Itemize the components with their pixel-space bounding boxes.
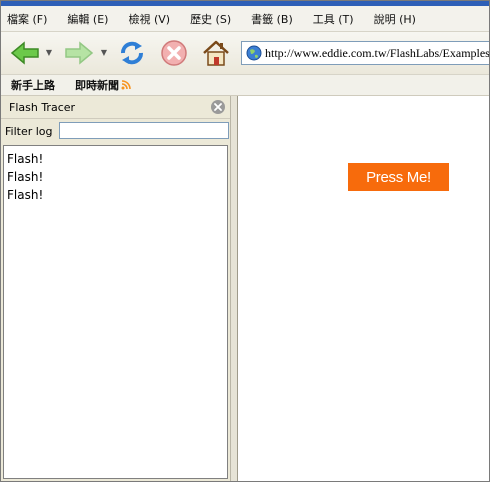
filter-row: Filter log (1, 119, 230, 144)
bookmark-getting-started[interactable]: 新手上路 (11, 77, 55, 93)
address-bar[interactable]: http://www.eddie.com.tw/FlashLabs/Exampl… (241, 41, 490, 65)
filter-label: Filter log (5, 125, 53, 138)
bookmarks-toolbar: 新手上路 即時新聞 (1, 75, 489, 96)
back-button[interactable] (9, 38, 41, 68)
log-output: Flash! Flash! Flash! (3, 145, 228, 479)
menu-view[interactable]: 檢視 (V) (128, 11, 170, 27)
press-me-button[interactable]: Press Me! (348, 163, 449, 191)
page-content: Press Me! (238, 96, 489, 481)
navigation-toolbar: ▼ ▼ http://www.eddie.com.tw/FlashLabs/Ex… (1, 32, 489, 75)
menu-help[interactable]: 說明 (H) (374, 11, 416, 27)
close-icon (214, 103, 222, 111)
reload-icon (121, 41, 143, 65)
sidebar-title: Flash Tracer (9, 100, 76, 114)
log-line: Flash! (7, 188, 44, 202)
menu-edit[interactable]: 編輯 (E) (67, 11, 108, 27)
title-bar (1, 1, 489, 6)
bookmark-label: 即時新聞 (75, 79, 119, 92)
stop-button[interactable] (158, 38, 190, 68)
log-line: Flash! (7, 170, 44, 184)
menu-tools[interactable]: 工具 (T) (313, 11, 354, 27)
rss-icon (121, 80, 131, 90)
forward-dropdown-icon[interactable]: ▼ (100, 49, 108, 57)
close-sidebar-button[interactable] (211, 100, 225, 114)
browser-window: 檔案 (F) 編輯 (E) 檢視 (V) 歷史 (S) 書籤 (B) 工具 (T… (0, 0, 490, 482)
forward-arrow-icon (65, 41, 94, 65)
bookmark-latest-news[interactable]: 即時新聞 (75, 77, 131, 93)
back-arrow-icon (10, 41, 39, 65)
menu-bookmarks[interactable]: 書籤 (B) (251, 11, 293, 27)
filter-log-input[interactable] (59, 122, 229, 139)
stop-icon (161, 40, 187, 66)
reload-button[interactable] (116, 38, 148, 68)
menu-file[interactable]: 檔案 (F) (7, 11, 47, 27)
flash-tracer-sidebar: Flash Tracer Filter log Flash! Flash! Fl… (1, 96, 230, 481)
sidebar-splitter[interactable] (230, 96, 238, 481)
bookmark-label: 新手上路 (11, 79, 55, 92)
menu-history[interactable]: 歷史 (S) (190, 11, 231, 27)
sidebar-header: Flash Tracer (1, 96, 230, 119)
back-dropdown-icon[interactable]: ▼ (45, 49, 53, 57)
menu-bar: 檔案 (F) 編輯 (E) 檢視 (V) 歷史 (S) 書籤 (B) 工具 (T… (1, 7, 489, 32)
globe-icon (246, 45, 262, 61)
home-icon (203, 40, 229, 66)
url-text: http://www.eddie.com.tw/FlashLabs/Exampl… (265, 45, 490, 60)
home-button[interactable] (200, 38, 232, 68)
log-line: Flash! (7, 152, 44, 166)
forward-button[interactable] (63, 38, 95, 68)
